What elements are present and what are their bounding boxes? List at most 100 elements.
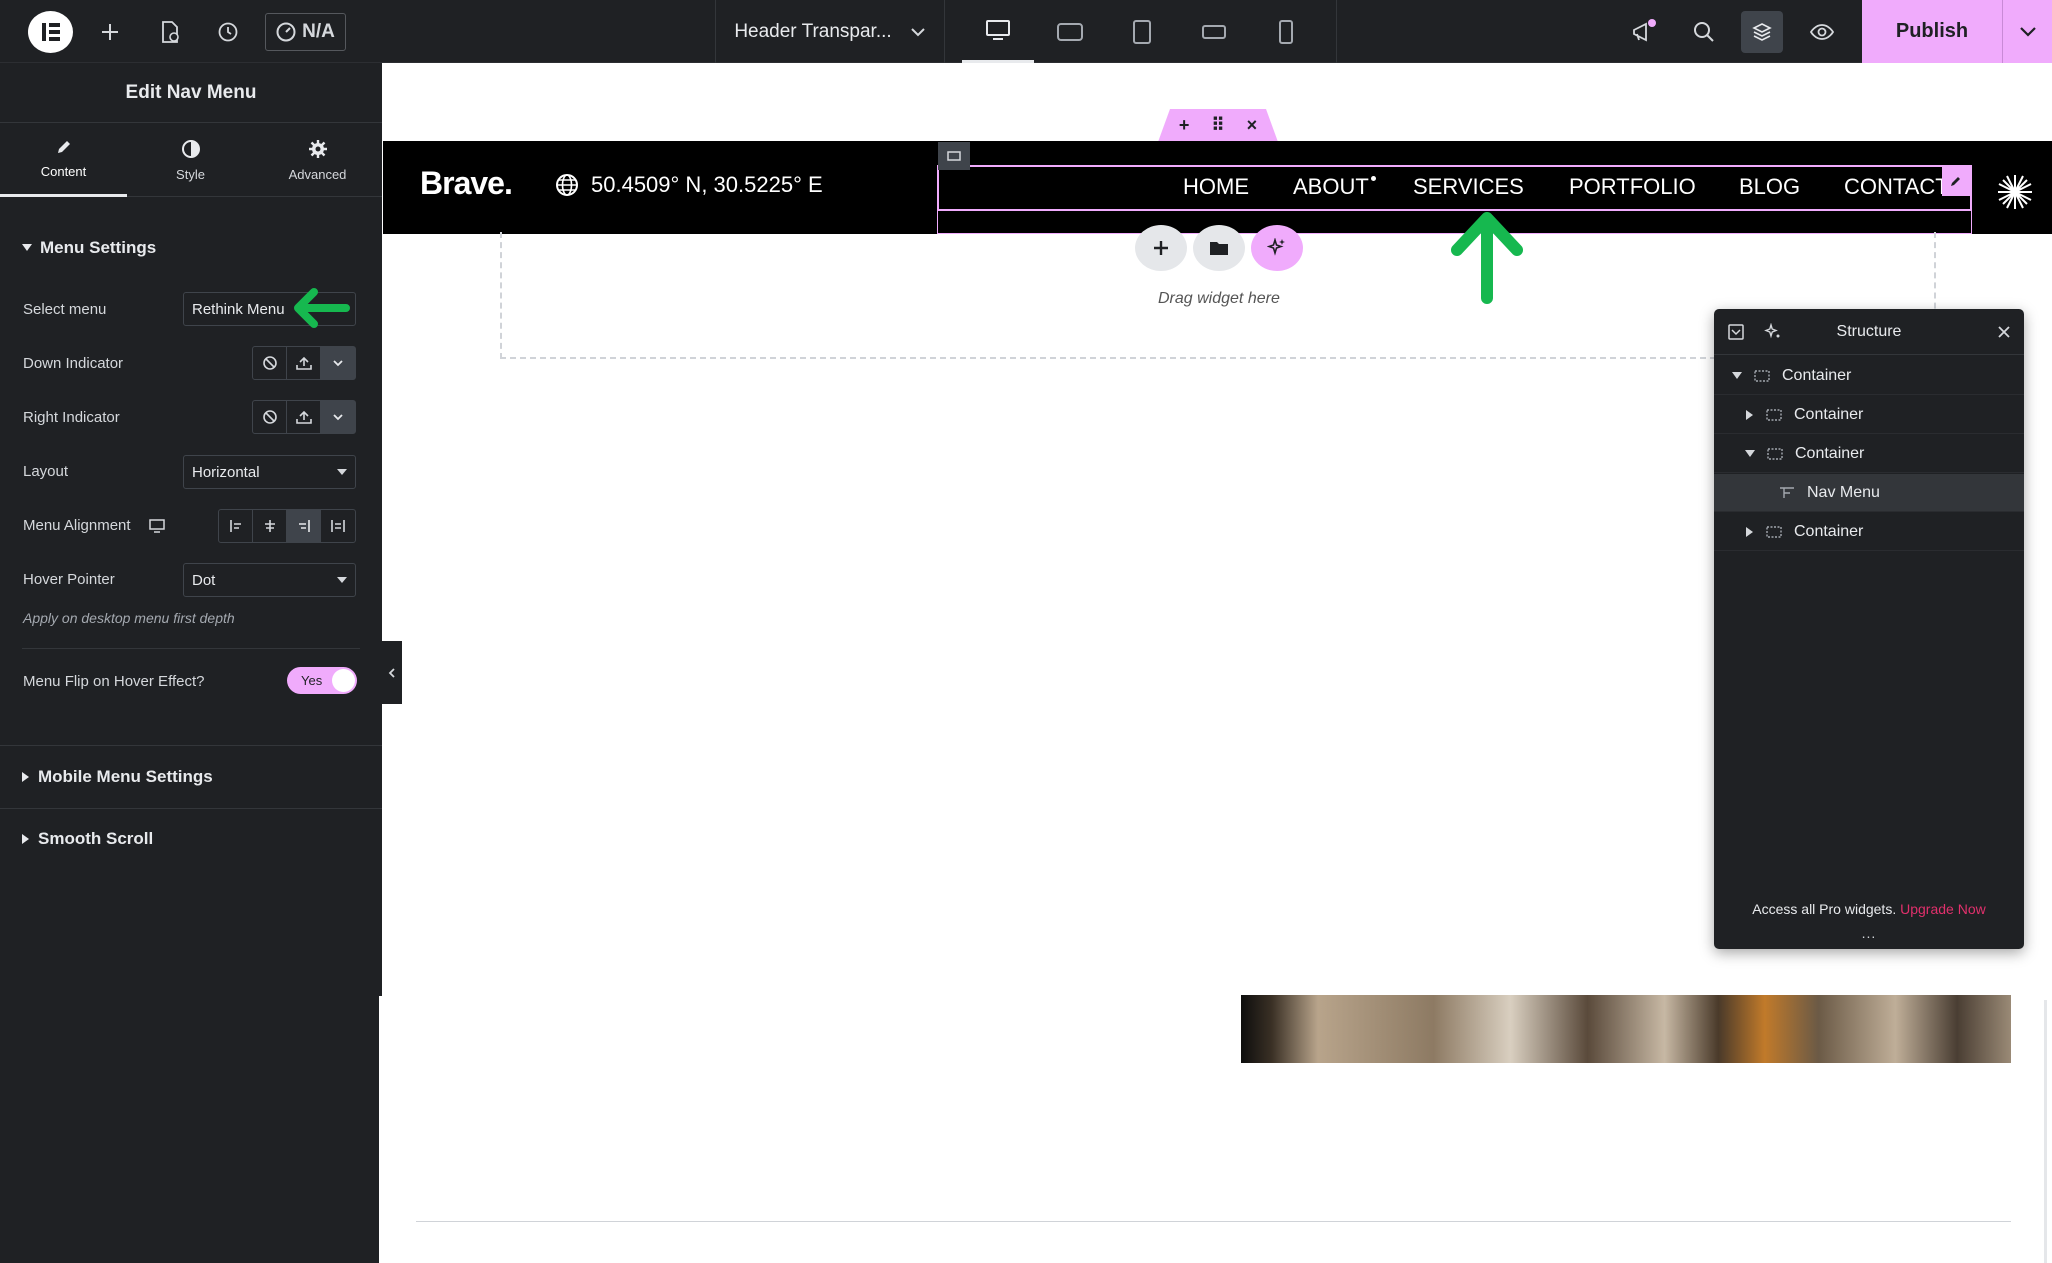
site-logo[interactable]: Brave. [420, 165, 513, 202]
structure-row-container[interactable]: Container [1714, 357, 2024, 395]
structure-row-label: Container [1795, 444, 1865, 462]
container-icon [1766, 408, 1782, 421]
publish-options-button[interactable] [2002, 0, 2052, 63]
chevron-down-icon[interactable] [321, 347, 355, 379]
tab-advanced[interactable]: Advanced [254, 123, 381, 197]
responsive-mode-switcher [945, 0, 1337, 63]
caret-right-icon[interactable] [1746, 409, 1754, 420]
annotation-arrow-up-icon [1451, 212, 1523, 304]
toggle-label: Yes [301, 673, 323, 688]
menu-alignment-label: Menu Alignment [23, 517, 131, 534]
notifications-megaphone-icon[interactable] [1622, 0, 1666, 63]
structure-row-container[interactable]: Container [1714, 513, 2024, 551]
caret-down-icon[interactable] [1732, 371, 1742, 380]
ai-generate-button[interactable] [1251, 225, 1303, 271]
none-icon[interactable] [253, 401, 287, 433]
tab-content[interactable]: Content [0, 123, 127, 197]
none-icon[interactable] [253, 347, 287, 379]
tablet-portrait-icon[interactable] [1106, 0, 1178, 63]
drag-widget-hint: Drag widget here [1158, 290, 1280, 307]
align-center-icon[interactable] [253, 510, 287, 542]
align-justify-icon[interactable] [321, 510, 355, 542]
nav-item-blog[interactable]: BLOG [1739, 174, 1800, 200]
container-icon [1754, 369, 1770, 382]
add-widget-button[interactable] [1135, 225, 1187, 271]
widget-icon [947, 151, 961, 161]
down-indicator-label: Down Indicator [23, 355, 124, 372]
add-icon[interactable]: + [1179, 115, 1190, 136]
hero-image [1241, 995, 2011, 1063]
site-health-button[interactable]: N/A [265, 13, 346, 51]
add-element-icon[interactable] [90, 0, 130, 63]
publish-button[interactable]: Publish [1862, 0, 2002, 63]
chevron-down-icon[interactable] [321, 401, 355, 433]
smooth-scroll-heading[interactable]: Smooth Scroll [22, 829, 153, 849]
resize-handle[interactable]: ... [1714, 925, 2024, 941]
search-icon[interactable] [1682, 0, 1726, 63]
upload-icon[interactable] [287, 401, 321, 433]
upgrade-now-link[interactable]: Upgrade Now [1900, 901, 1986, 917]
menu-settings-heading[interactable]: Menu Settings [22, 238, 156, 258]
elementor-logo-icon[interactable] [28, 11, 73, 53]
widget-handle[interactable] [938, 142, 970, 170]
site-health-label: N/A [302, 21, 335, 42]
top-bar: N/A Header Transpar... Publish [0, 0, 2052, 63]
section-label: Smooth Scroll [38, 829, 154, 848]
section-label: Mobile Menu Settings [38, 767, 213, 786]
add-template-button[interactable] [1193, 225, 1245, 271]
tab-style[interactable]: Style [127, 123, 254, 197]
mobile-menu-settings-heading[interactable]: Mobile Menu Settings [22, 767, 213, 787]
structure-row-label: Container [1794, 522, 1864, 540]
preview-eye-icon[interactable] [1800, 0, 1844, 63]
menu-flip-toggle[interactable]: Yes [287, 667, 357, 694]
align-right-icon[interactable] [287, 510, 321, 542]
structure-row-nav-menu[interactable]: Nav Menu [1714, 474, 2024, 512]
laptop-icon[interactable] [1034, 0, 1106, 63]
nav-item-portfolio[interactable]: PORTFOLIO [1569, 174, 1696, 200]
menu-alignment-control [218, 509, 356, 543]
nav-pointer-dot [1371, 176, 1376, 181]
layout-dropdown[interactable]: Horizontal [183, 455, 356, 489]
caret-down-icon[interactable] [1745, 449, 1755, 458]
divider [0, 808, 382, 809]
document-title-dropdown[interactable]: Header Transpar... [715, 0, 945, 63]
menu-alignment-row: Menu Alignment [23, 517, 165, 534]
desktop-icon[interactable] [148, 518, 165, 533]
nav-item-about[interactable]: ABOUT [1293, 174, 1369, 200]
close-icon[interactable] [1998, 326, 2010, 338]
desktop-icon[interactable] [962, 0, 1034, 63]
tab-label: Style [176, 166, 205, 182]
layout-value: Horizontal [192, 463, 260, 481]
structure-row-container[interactable]: Container [1714, 435, 2024, 473]
starburst-icon[interactable] [1996, 173, 2034, 216]
nav-item-home[interactable]: HOME [1183, 174, 1249, 200]
panel-title: Edit Nav Menu [0, 63, 382, 123]
hover-pointer-dropdown[interactable]: Dot [183, 563, 356, 597]
structure-layers-icon[interactable] [1741, 11, 1783, 53]
structure-panel: Structure Container Container Container … [1714, 309, 2024, 949]
edit-widget-pencil-icon[interactable] [1942, 166, 1970, 196]
divider [22, 648, 360, 649]
panel-tabs: Content Style Advanced [0, 123, 382, 197]
tablet-landscape-icon[interactable] [1178, 0, 1250, 63]
caret-right-icon[interactable] [1746, 526, 1754, 537]
history-icon[interactable] [208, 0, 248, 63]
nav-menu-icon [1780, 486, 1794, 498]
gear-icon [308, 139, 327, 158]
folder-icon [1210, 242, 1228, 255]
structure-row-container[interactable]: Container [1714, 396, 2024, 434]
structure-row-label: Container [1782, 366, 1852, 384]
hover-pointer-label: Hover Pointer [23, 571, 115, 588]
structure-header: Structure [1714, 309, 2024, 355]
structure-row-label: Nav Menu [1807, 483, 1880, 501]
drag-handle-icon[interactable]: ⠿ [1211, 115, 1224, 136]
nav-item-services[interactable]: SERVICES [1413, 174, 1524, 200]
nav-item-contact[interactable]: CONTACT [1844, 174, 1942, 200]
close-icon[interactable]: × [1247, 115, 1258, 136]
page-settings-icon[interactable] [150, 0, 190, 63]
mobile-icon[interactable] [1250, 0, 1322, 63]
upload-icon[interactable] [287, 347, 321, 379]
canvas-scrollbar[interactable] [2044, 1000, 2047, 1263]
collapse-panel-button[interactable] [382, 641, 402, 704]
align-left-icon[interactable] [219, 510, 253, 542]
